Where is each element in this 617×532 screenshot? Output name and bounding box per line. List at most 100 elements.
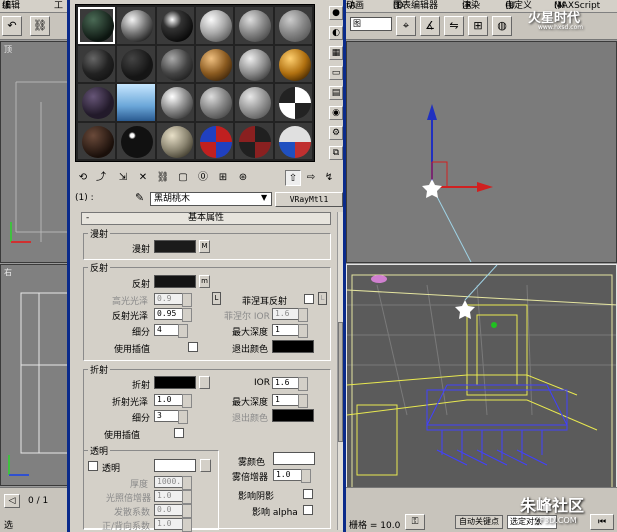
sample-slot[interactable] xyxy=(235,122,273,159)
go-to-parent-icon[interactable]: ⇧ xyxy=(285,170,301,186)
hilight-gloss-field[interactable]: 0.9 xyxy=(154,293,192,307)
put-to-library-icon[interactable]: ▢ xyxy=(175,170,191,186)
menu-edit[interactable]: 编辑(E) xyxy=(2,0,20,12)
refract-map-button[interactable] xyxy=(199,376,210,389)
sample-slot[interactable] xyxy=(195,84,234,121)
backlight-icon[interactable]: ◐ xyxy=(329,26,343,40)
sample-slot[interactable] xyxy=(195,45,234,82)
select-by-material-icon[interactable]: ⧉ xyxy=(329,146,343,160)
refl-gloss-field[interactable]: 0.95 xyxy=(154,308,192,322)
navigator-icon[interactable]: ↯ xyxy=(321,170,337,186)
video-color-check-icon[interactable]: ▤ xyxy=(329,86,343,100)
hilight-lock-button[interactable]: L xyxy=(212,292,221,305)
angle-snap-icon[interactable]: ∡ xyxy=(420,16,440,36)
material-type-button[interactable]: VRayMtl1 xyxy=(275,192,343,207)
refract-exit-color-swatch[interactable] xyxy=(272,409,314,422)
sample-slot[interactable] xyxy=(117,7,155,44)
sample-slot[interactable] xyxy=(274,84,312,121)
rollout-basic-parameters[interactable]: - 基本属性 xyxy=(81,212,331,225)
background-checker-icon[interactable]: ▦ xyxy=(329,46,343,60)
reference-coordinate-select[interactable]: 图 xyxy=(350,17,392,31)
sample-slot[interactable] xyxy=(117,84,155,121)
select-link-icon[interactable]: ⛓ xyxy=(30,16,50,36)
sample-slot[interactable] xyxy=(78,45,116,82)
viewport-label[interactable]: 右 xyxy=(4,267,12,278)
ior-field[interactable]: 1.6 xyxy=(272,377,308,391)
fresnel-lock-button[interactable]: L xyxy=(318,292,327,305)
reflect-map-button[interactable]: m xyxy=(199,275,210,288)
sample-slot[interactable] xyxy=(274,7,312,44)
thickness-field[interactable]: 1000. xyxy=(154,476,192,490)
menu-customize[interactable]: 自定义(U) xyxy=(505,0,532,12)
diffuse-color-swatch[interactable] xyxy=(154,240,196,253)
sample-slot[interactable] xyxy=(117,45,155,82)
refract-gloss-field[interactable]: 1.0 xyxy=(154,394,192,408)
sample-slot[interactable] xyxy=(156,45,194,82)
translucency-color-swatch[interactable] xyxy=(154,459,196,472)
reflect-exit-color-swatch[interactable] xyxy=(272,340,314,353)
reflect-interp-checkbox[interactable] xyxy=(188,342,198,352)
sample-slot[interactable] xyxy=(117,122,155,159)
uv-tiling-icon[interactable]: ▭ xyxy=(329,66,343,80)
get-material-icon[interactable]: ⟲ xyxy=(75,170,91,186)
sample-slot[interactable] xyxy=(274,45,312,82)
menu-tools[interactable]: 工 xyxy=(54,0,63,12)
viewport-label[interactable]: 顶 xyxy=(4,44,12,55)
sample-slot[interactable] xyxy=(235,45,273,82)
sample-slot[interactable] xyxy=(156,84,194,121)
fog-mult-field[interactable]: 1.0 xyxy=(273,469,311,483)
sample-slot[interactable] xyxy=(78,84,116,121)
sample-type-icon[interactable]: ● xyxy=(329,6,343,20)
reflect-color-swatch[interactable] xyxy=(154,275,196,288)
key-icon[interactable]: ⚿ xyxy=(405,514,425,530)
sample-slot[interactable] xyxy=(195,122,234,159)
sample-slot[interactable] xyxy=(274,122,312,159)
time-slider-icon[interactable]: ◁ xyxy=(4,494,20,508)
fresnel-checkbox[interactable] xyxy=(304,294,314,304)
make-preview-icon[interactable]: ◉ xyxy=(329,106,343,120)
affect-shadows-checkbox[interactable] xyxy=(303,489,313,499)
refract-interp-checkbox[interactable] xyxy=(174,428,184,438)
align-icon[interactable]: ⊞ xyxy=(468,16,488,36)
collapse-icon[interactable]: - xyxy=(86,213,89,224)
viewport-front[interactable] xyxy=(346,41,617,263)
show-end-result-icon[interactable]: ⊛ xyxy=(235,170,251,186)
fog-color-swatch[interactable] xyxy=(273,452,315,465)
scatter-field[interactable]: 0.0 xyxy=(154,504,192,518)
put-to-scene-icon[interactable]: ⤴ xyxy=(93,170,109,186)
diffuse-map-button[interactable]: M xyxy=(199,240,210,253)
scrollbar-thumb[interactable] xyxy=(338,322,343,442)
sample-slot[interactable] xyxy=(78,7,116,44)
show-map-icon[interactable]: ⊞ xyxy=(215,170,231,186)
snap-icon[interactable]: ⌖ xyxy=(396,16,416,36)
assign-material-icon[interactable]: ⇲ xyxy=(115,170,131,186)
refract-max-depth-field[interactable]: 1 xyxy=(272,394,308,408)
go-to-start-icon[interactable]: ⏮ xyxy=(590,514,614,530)
sample-slot[interactable] xyxy=(156,7,194,44)
reflect-subdivs-field[interactable]: 4 xyxy=(154,324,188,338)
eyedropper-icon[interactable]: ✎ xyxy=(135,191,144,204)
auto-key-button[interactable]: 自动关键点 xyxy=(455,515,503,529)
translucency-map-button[interactable] xyxy=(200,459,211,472)
material-id-icon[interactable]: ⓪ xyxy=(195,170,211,186)
sample-slot[interactable] xyxy=(156,122,194,159)
fwd-back-field[interactable]: 1.0 xyxy=(154,518,192,532)
viewport-right[interactable]: 右 xyxy=(0,264,70,486)
make-unique-icon[interactable]: ⛓ xyxy=(155,170,171,186)
menu-graph-editors[interactable]: 图表编辑器(D) xyxy=(393,0,438,12)
undo-icon[interactable]: ↶ xyxy=(2,16,22,36)
chevron-down-icon[interactable]: ▼ xyxy=(261,193,267,202)
refract-subdivs-field[interactable]: 3 xyxy=(154,410,188,424)
reset-map-icon[interactable]: ✕ xyxy=(135,170,151,186)
refract-color-swatch[interactable] xyxy=(154,376,196,389)
viewport-top[interactable]: 顶 xyxy=(0,41,70,263)
rollout-scrollbar[interactable] xyxy=(337,212,343,530)
reflect-max-depth-field[interactable]: 1 xyxy=(272,324,308,338)
options-icon[interactable]: ⚙ xyxy=(329,126,343,140)
menu-animation[interactable]: 动画(A) xyxy=(346,0,364,12)
sample-slot[interactable] xyxy=(78,122,116,159)
sample-slot[interactable] xyxy=(235,7,273,44)
translucency-checkbox[interactable] xyxy=(88,461,98,471)
sample-slot[interactable] xyxy=(235,84,273,121)
light-mult-field[interactable]: 1.0 xyxy=(154,490,192,504)
